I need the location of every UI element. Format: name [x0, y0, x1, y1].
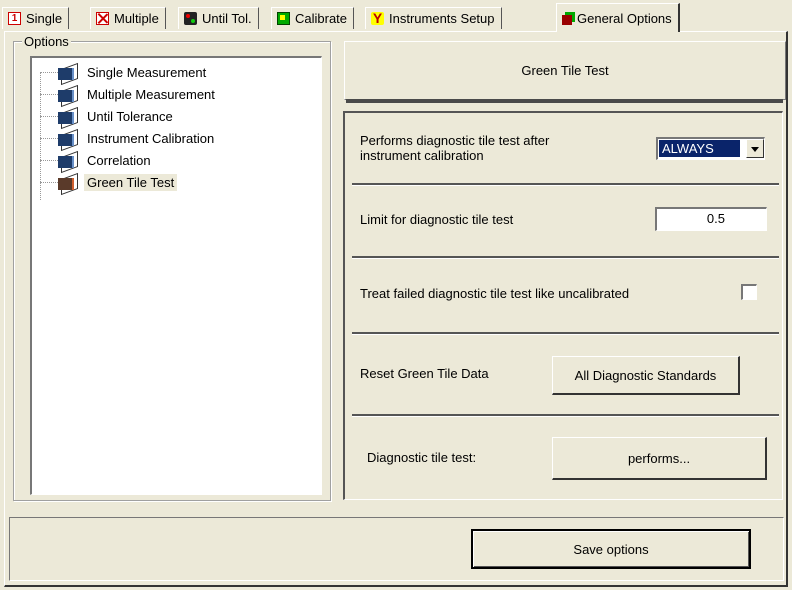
tab-general-options[interactable]: General Options [556, 3, 680, 32]
panel-divider [346, 99, 783, 103]
limit-input[interactable]: 0.5 [655, 207, 767, 231]
treat-failed-label: Treat failed diagnostic tile test like u… [360, 286, 630, 301]
tree-item-single-measurement[interactable]: Single Measurement [40, 61, 209, 86]
tree-item-label: Green Tile Test [84, 173, 178, 191]
tree-item-until-tolerance[interactable]: Until Tolerance [40, 105, 176, 130]
tab-calibrate[interactable]: Calibrate [271, 7, 355, 29]
book-icon [58, 128, 78, 152]
limit-label: Limit for diagnostic tile test [360, 212, 514, 227]
tab-label: Single [26, 11, 63, 26]
tab-label: Calibrate [295, 11, 348, 26]
row-divider [352, 256, 779, 259]
performs-select[interactable]: ALWAYS [656, 137, 765, 160]
tree-item-instrument-calibration[interactable]: Instrument Calibration [40, 127, 217, 152]
tab-label: Instruments Setup [389, 11, 495, 26]
until-tolerance-icon [184, 12, 197, 25]
book-icon [58, 150, 78, 174]
options-group-label: Options [22, 34, 71, 49]
row-divider [352, 183, 779, 186]
row-divider [352, 414, 779, 417]
tree-item-label: Correlation [87, 152, 151, 168]
panel-title: Green Tile Test [521, 63, 609, 78]
tree-item-label: Multiple Measurement [87, 86, 215, 102]
performs-select-value: ALWAYS [659, 140, 740, 157]
options-tree[interactable]: Single Measurement Multiple Measurement … [30, 56, 322, 495]
save-options-button[interactable]: Save options [471, 529, 751, 569]
single-measure-icon: 1 [8, 12, 21, 25]
diagnostic-label: Diagnostic tile test: [367, 450, 477, 465]
tree-item-green-tile-test[interactable]: Green Tile Test [40, 171, 178, 196]
calibrate-icon [277, 12, 290, 25]
general-options-icon [562, 14, 572, 25]
book-open-icon [58, 172, 78, 196]
book-icon [58, 84, 78, 108]
row-divider [352, 332, 779, 335]
tab-instruments-setup[interactable]: Y Instruments Setup [365, 7, 502, 29]
multiple-measure-icon [96, 12, 109, 25]
all-diagnostic-standards-button[interactable]: All Diagnostic Standards [552, 356, 740, 395]
tab-bar: 1 Single Multiple Until Tol. Calibrate Y… [0, 0, 792, 32]
tab-label: General Options [577, 10, 672, 26]
tree-item-correlation[interactable]: Correlation [40, 149, 154, 174]
tree-item-label: Until Tolerance [87, 108, 173, 124]
performs-label: Performs diagnostic tile test after inst… [360, 133, 550, 163]
tree-item-multiple-measurement[interactable]: Multiple Measurement [40, 83, 218, 108]
book-icon [58, 106, 78, 130]
tab-single[interactable]: 1 Single [2, 7, 70, 29]
chevron-down-icon[interactable] [746, 139, 764, 158]
reset-label: Reset Green Tile Data [360, 366, 489, 381]
instruments-setup-icon: Y [371, 10, 384, 26]
book-icon [58, 62, 78, 86]
treat-failed-checkbox[interactable] [741, 284, 757, 300]
tab-until-tol[interactable]: Until Tol. [178, 7, 259, 29]
tab-multiple[interactable]: Multiple [90, 7, 166, 29]
performs-button[interactable]: performs... [552, 437, 767, 480]
tree-item-label: Instrument Calibration [87, 130, 215, 146]
tab-label: Until Tol. [202, 11, 252, 26]
tab-label: Multiple [114, 11, 159, 26]
tree-item-label: Single Measurement [87, 64, 207, 80]
panel-title-box: Green Tile Test [344, 41, 786, 100]
